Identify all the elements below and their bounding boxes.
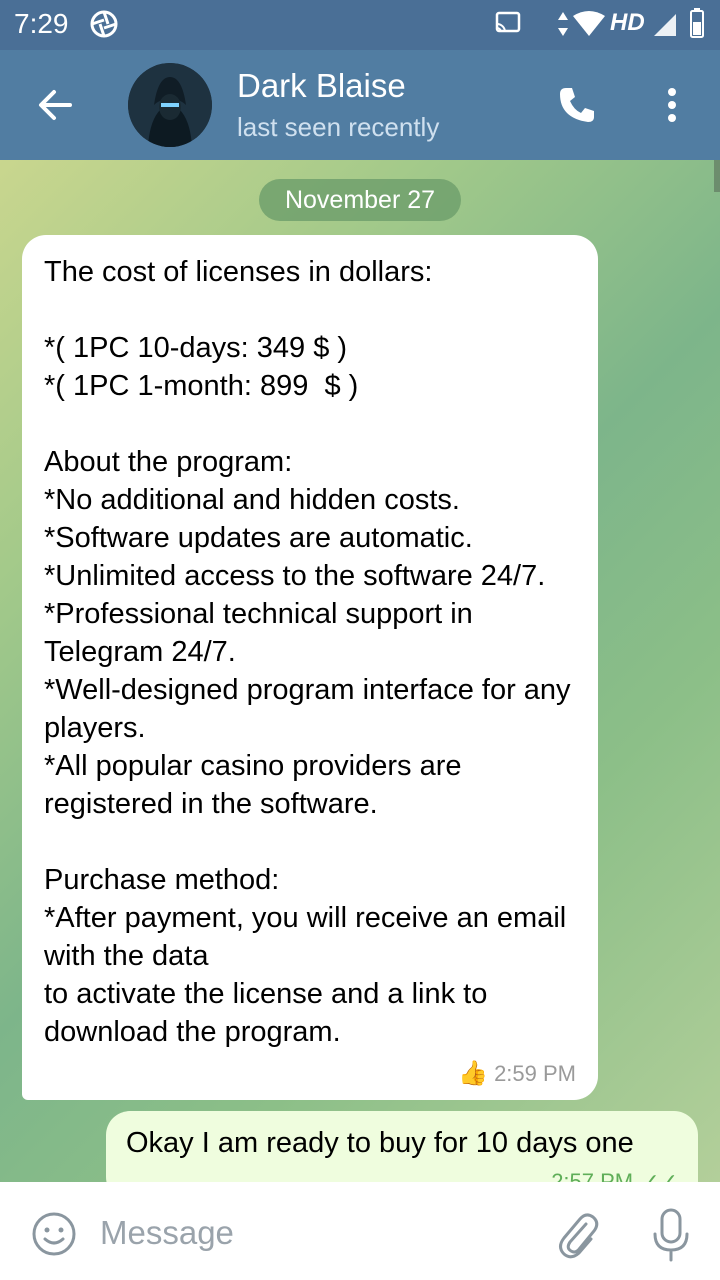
message-text: Okay I am ready to buy for 10 days one [126,1127,634,1159]
more-options-button[interactable] [650,80,694,130]
hd-indicator: HD [610,9,645,36]
voice-record-button[interactable] [648,1204,694,1264]
double-check-icon: ✓✓ [641,1169,678,1182]
message-time: 2:59 PM [494,1060,576,1086]
chat-header: Dark Blaise last seen recently [0,50,720,160]
incoming-message[interactable]: The cost of licenses in dollars: *( 1PC … [22,235,598,1100]
chat-title[interactable]: Dark Blaise [237,67,406,105]
outgoing-message[interactable]: Okay I am ready to buy for 10 days one 2… [106,1111,698,1182]
cast-icon [494,10,522,41]
attach-button[interactable] [552,1206,602,1262]
message-input-bar [0,1182,720,1280]
signal-icon [652,10,678,43]
wifi-icon [572,10,606,43]
avatar[interactable] [128,63,212,147]
back-button[interactable] [30,80,80,130]
message-time: 2:57 PM [551,1169,634,1182]
message-text: The cost of licenses in dollars: *( 1PC … [44,256,571,1048]
message-meta: 👍 2:59 PM [458,1059,576,1088]
data-arrows-icon [556,10,570,43]
phone-icon [552,88,602,134]
smiley-icon [30,1212,78,1262]
microphone-icon [648,1208,694,1268]
message-input[interactable] [100,1206,520,1260]
paperclip-icon [552,1213,602,1266]
call-button[interactable] [552,80,602,130]
date-separator: November 27 [259,179,461,221]
emoji-button[interactable] [30,1210,78,1258]
thumbs-up-icon[interactable]: 👍 [458,1059,488,1088]
status-bar: 7:29 HD [0,0,720,50]
status-time: 7:29 [14,8,69,39]
camera-shutter-icon [90,10,118,43]
back-arrow-icon [30,90,80,134]
message-meta: 2:57 PM ✓✓ [551,1169,678,1182]
more-vert-icon [650,88,694,134]
scrollbar[interactable] [714,160,720,192]
chat-area[interactable]: November 27 The cost of licenses in doll… [0,160,720,1182]
chat-subtitle: last seen recently [237,112,440,142]
battery-icon [690,8,704,43]
